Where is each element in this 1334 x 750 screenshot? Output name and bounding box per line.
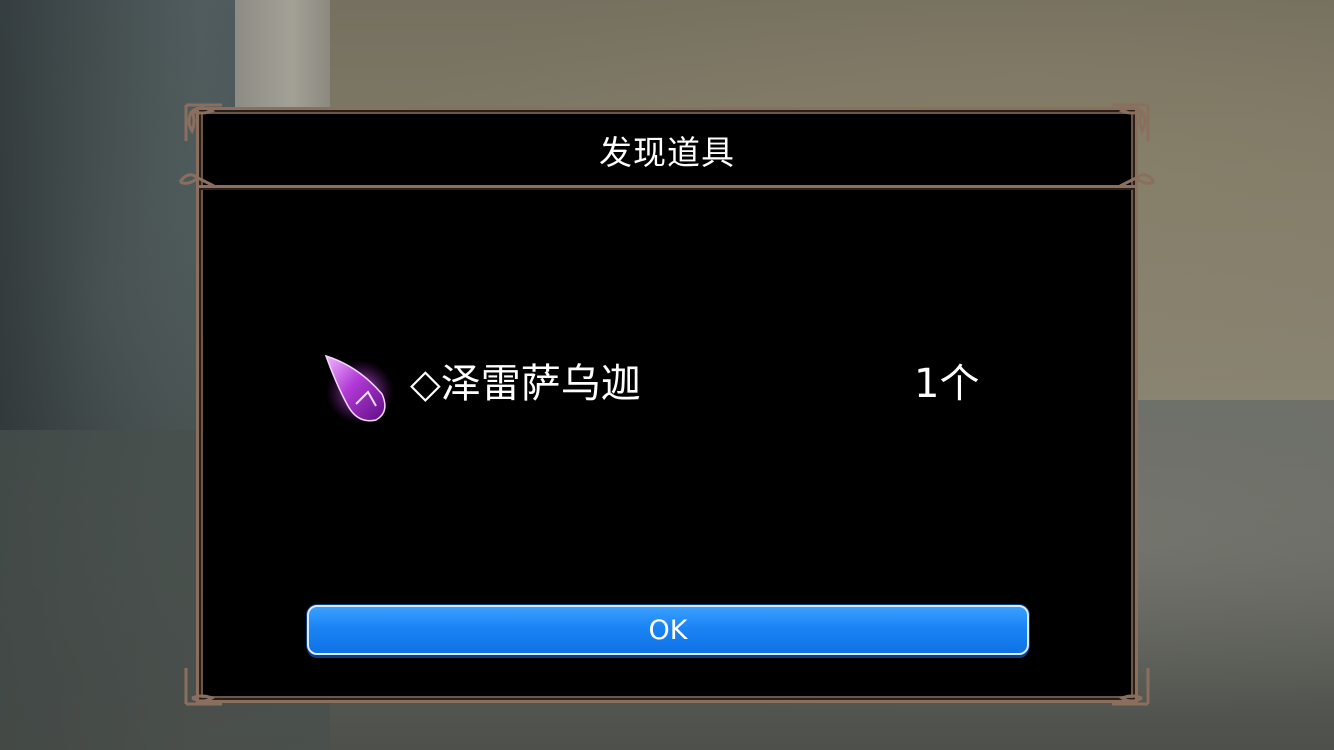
- found-item-row: ◇泽雷萨乌迦 1个: [318, 348, 998, 428]
- corner-ornament-icon: [1108, 664, 1152, 708]
- corner-ornament-icon: [1116, 160, 1160, 204]
- ok-button[interactable]: OK: [307, 605, 1029, 655]
- corner-ornament-icon: [1108, 101, 1152, 145]
- item-name: ◇泽雷萨乌迦: [410, 361, 641, 407]
- dialog-header: 发现道具: [199, 110, 1135, 188]
- corner-ornament-icon: [182, 101, 226, 145]
- purple-crystal-icon: [318, 348, 396, 428]
- dialog-title: 发现道具: [599, 132, 735, 172]
- corner-ornament-icon: [182, 664, 226, 708]
- pillar: [235, 0, 330, 110]
- ok-button-label: OK: [648, 614, 688, 646]
- corner-ornament-icon: [174, 160, 218, 204]
- item-quantity: 1个: [914, 361, 980, 407]
